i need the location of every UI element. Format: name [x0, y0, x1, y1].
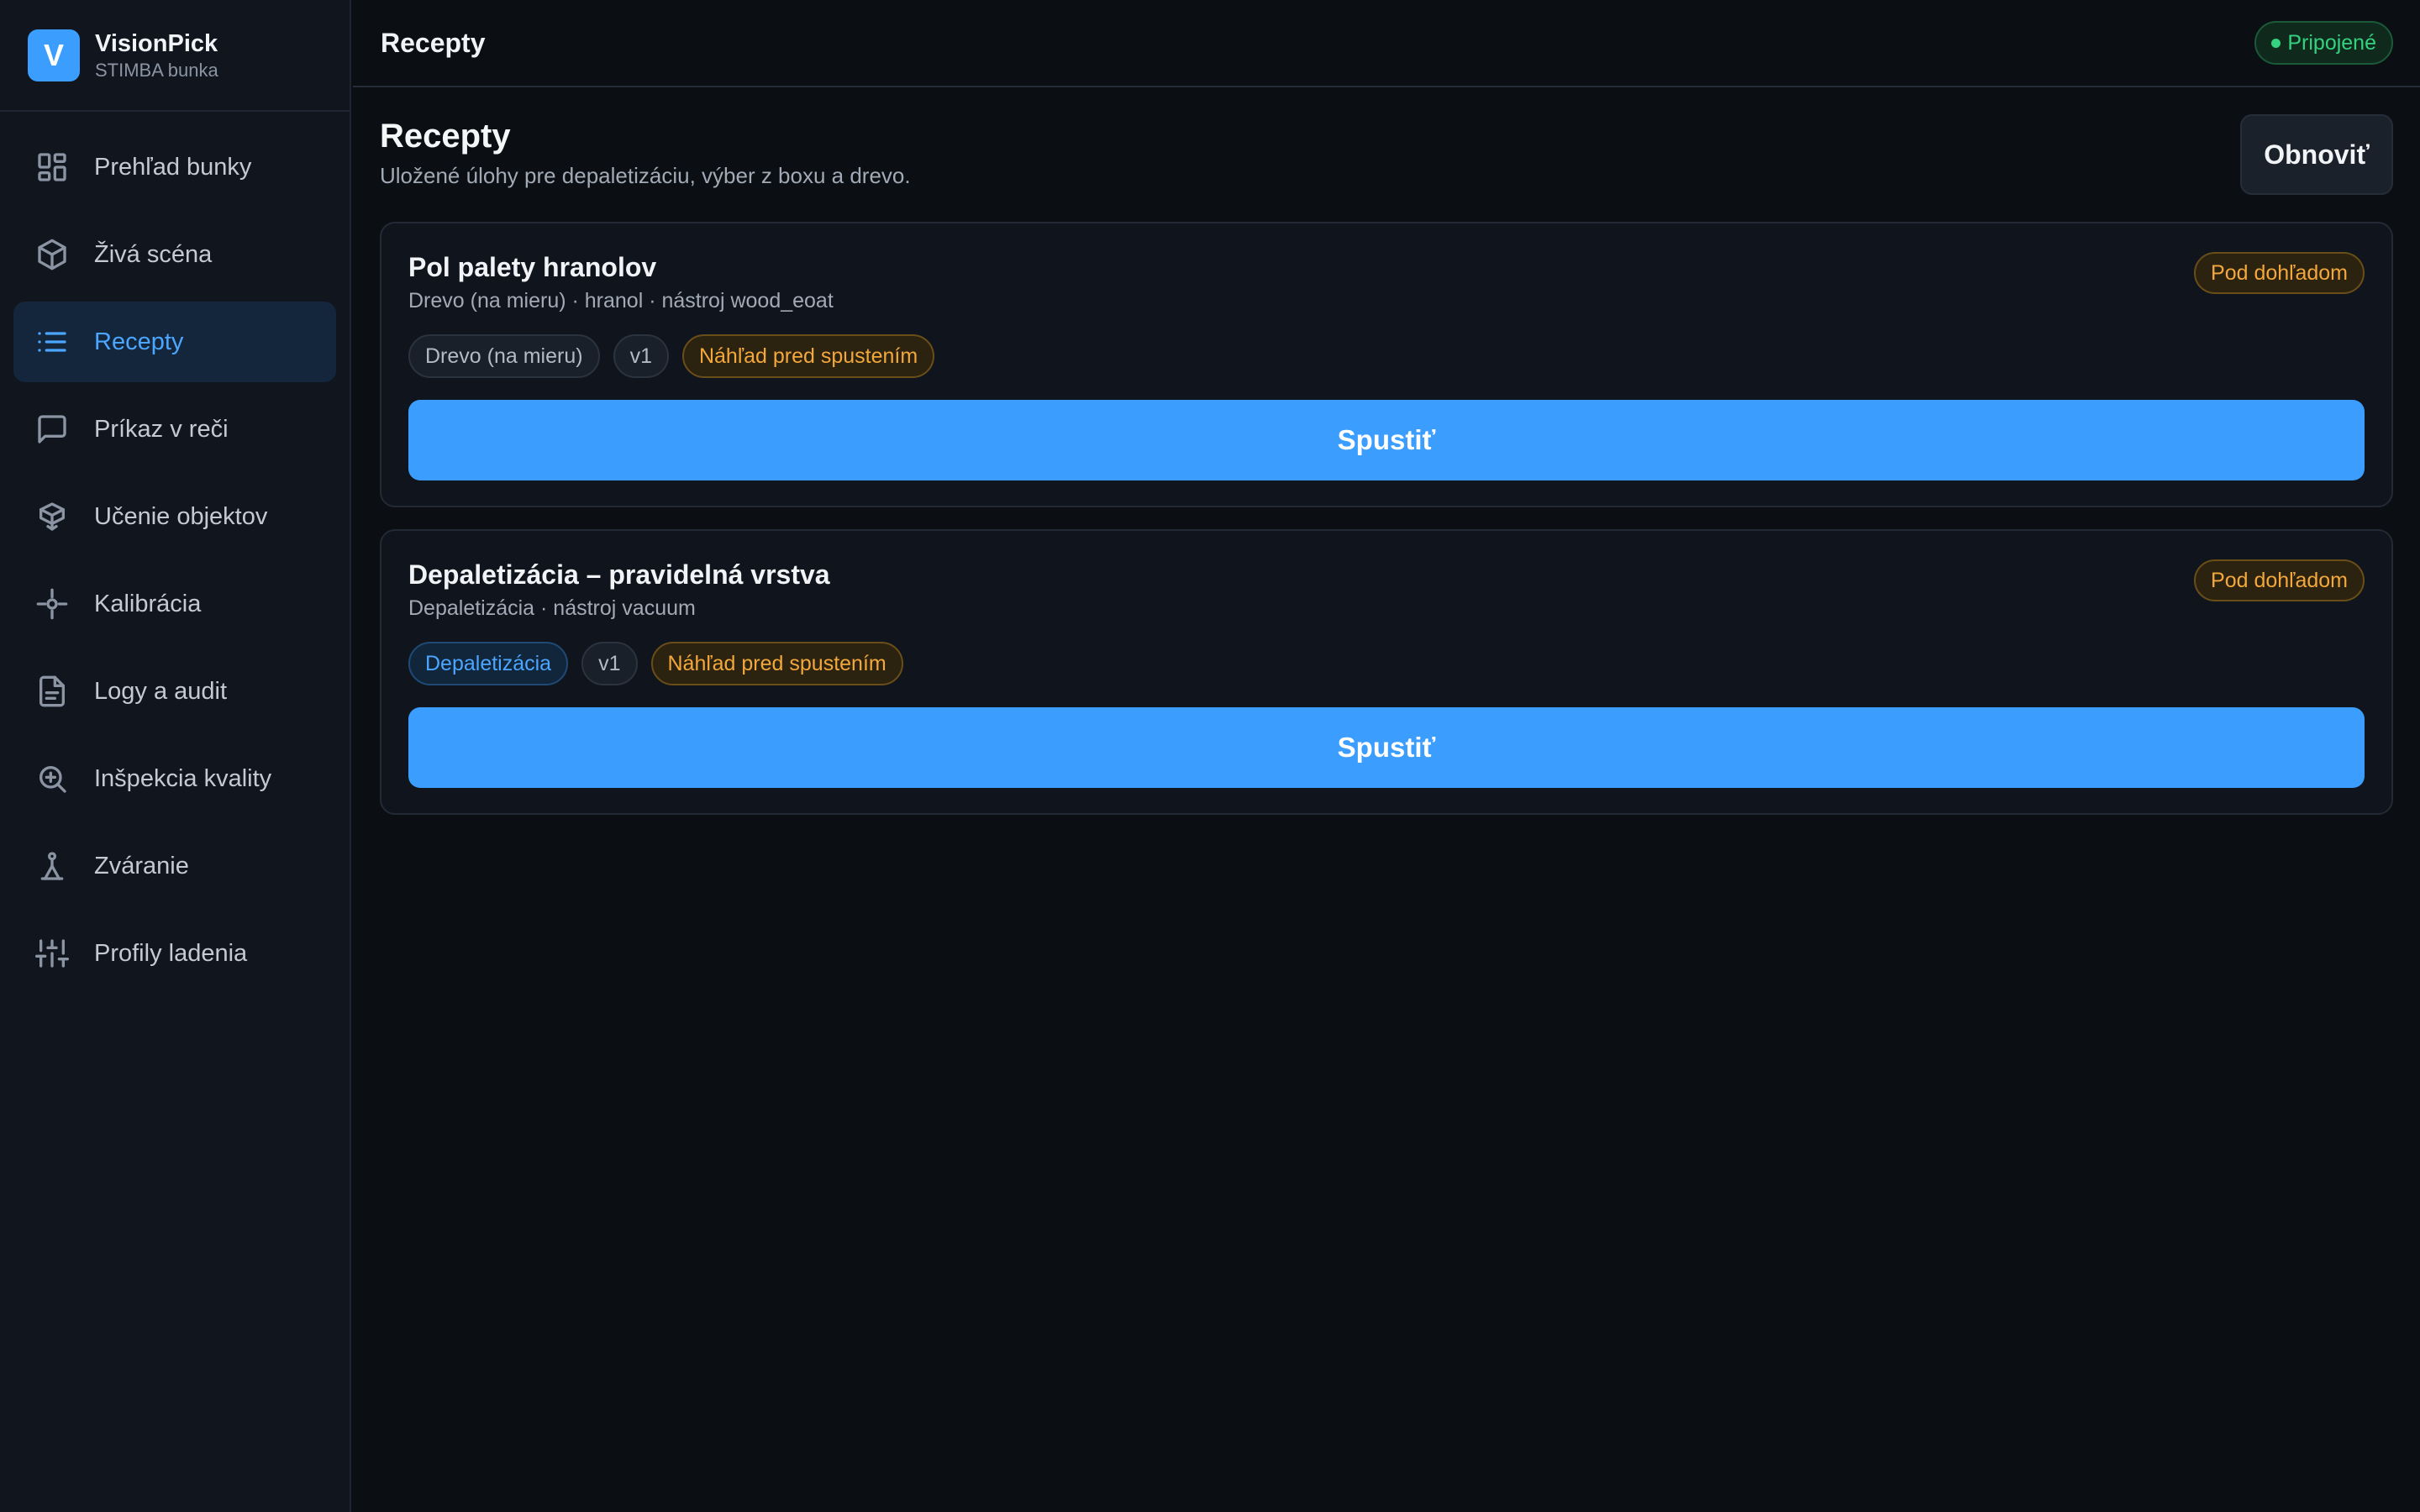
box-learn-icon — [35, 500, 69, 533]
brand[interactable]: V VisionPick STIMBA bunka — [0, 0, 350, 112]
sidebar-item-label: Recepty — [94, 328, 184, 355]
sidebar-item-recepty[interactable]: Recepty — [13, 302, 336, 382]
sidebar-item-logy-a-audit[interactable]: Logy a audit — [13, 651, 336, 732]
sidebar-item-ucenie-objektov[interactable]: Učenie objektov — [13, 476, 336, 557]
sidebar: V VisionPick STIMBA bunka Prehľad bunky … — [0, 0, 351, 1512]
page-title: Recepty — [380, 118, 511, 155]
brand-subtitle: STIMBA bunka — [95, 59, 218, 81]
tag-version: v1 — [613, 334, 669, 378]
brand-text: VisionPick STIMBA bunka — [95, 29, 218, 82]
recipe-card: Depaletizácia – pravidelná vrstva Depale… — [380, 529, 2393, 815]
chat-icon — [35, 412, 69, 446]
sidebar-item-label: Kalibrácia — [94, 590, 202, 617]
recipe-meta: Depaletizácia · nástroj vacuum — [408, 596, 696, 620]
sidebar-item-profily-ladenia[interactable]: Profily ladenia — [13, 913, 336, 994]
sidebar-item-ziva-scena[interactable]: Živá scéna — [13, 214, 336, 295]
sliders-icon — [35, 937, 69, 970]
cube-icon — [35, 238, 69, 271]
tag-preview: Náhľad pred spustením — [650, 642, 903, 685]
sidebar-item-label: Učenie objektov — [94, 502, 268, 530]
supervision-badge: Pod dohľadom — [2194, 559, 2365, 601]
tag-category: Drevo (na mieru) — [408, 334, 600, 378]
recipe-title: Depaletizácia – pravidelná vrstva — [408, 559, 830, 590]
sidebar-item-label: Príkaz v reči — [94, 415, 229, 443]
brand-logo: V — [28, 29, 80, 81]
run-recipe-button[interactable]: Spustiť — [408, 707, 2365, 788]
sidebar-item-label: Zváranie — [94, 852, 189, 879]
sidebar-item-prikaz-v-reci[interactable]: Príkaz v reči — [13, 389, 336, 470]
page-subtitle: Uložené úlohy pre depaletizáciu, výber z… — [380, 163, 911, 188]
sidebar-item-inspekcia-kvality[interactable]: Inšpekcia kvality — [13, 738, 336, 819]
list-icon — [35, 325, 69, 359]
status-dot-icon — [2271, 38, 2281, 48]
crosshair-icon — [35, 587, 69, 621]
recipe-tags: Depaletizácia v1 Náhľad pred spustením — [408, 642, 917, 685]
recipe-title: Pol palety hranolov — [408, 252, 657, 282]
sidebar-item-label: Prehľad bunky — [94, 153, 252, 181]
welding-icon — [35, 849, 69, 883]
tag-preview: Náhľad pred spustením — [681, 334, 935, 378]
sidebar-item-kalibracia[interactable]: Kalibrácia — [13, 564, 336, 644]
connection-status-badge: Pripojené — [2254, 21, 2393, 65]
dashboard-icon — [35, 150, 69, 184]
topbar-title: Recepty — [381, 27, 486, 58]
tag-category: Depaletizácia — [408, 642, 569, 685]
zoom-in-icon — [35, 762, 69, 795]
recipe-card: Pol palety hranolov Drevo (na mieru) · h… — [380, 222, 2393, 507]
topbar: Recepty Pripojené — [353, 0, 2420, 87]
recipe-tags: Drevo (na mieru) v1 Náhľad pred spustení… — [408, 334, 948, 378]
run-recipe-button[interactable]: Spustiť — [408, 400, 2365, 480]
document-icon — [35, 675, 69, 708]
sidebar-item-zvaranie[interactable]: Zváranie — [13, 826, 336, 906]
connection-status-label: Pripojené — [2287, 30, 2376, 55]
sidebar-nav: Prehľad bunky Živá scéna Recepty Príkaz … — [0, 112, 350, 994]
sidebar-item-label: Logy a audit — [94, 677, 228, 705]
sidebar-item-label: Živá scéna — [94, 240, 213, 268]
tag-version: v1 — [581, 642, 638, 685]
sidebar-item-label: Inšpekcia kvality — [94, 764, 272, 792]
sidebar-item-label: Profily ladenia — [94, 939, 248, 967]
recipe-meta: Drevo (na mieru) · hranol · nástroj wood… — [408, 289, 834, 312]
sidebar-item-prehlad-bunky[interactable]: Prehľad bunky — [13, 127, 336, 207]
brand-name: VisionPick — [95, 29, 218, 57]
supervision-badge: Pod dohľadom — [2194, 252, 2365, 294]
page-header: Recepty Uložené úlohy pre depaletizáciu,… — [380, 87, 2393, 222]
refresh-button[interactable]: Obnoviť — [2240, 114, 2393, 195]
main-content: Recepty Uložené úlohy pre depaletizáciu,… — [380, 87, 2393, 837]
